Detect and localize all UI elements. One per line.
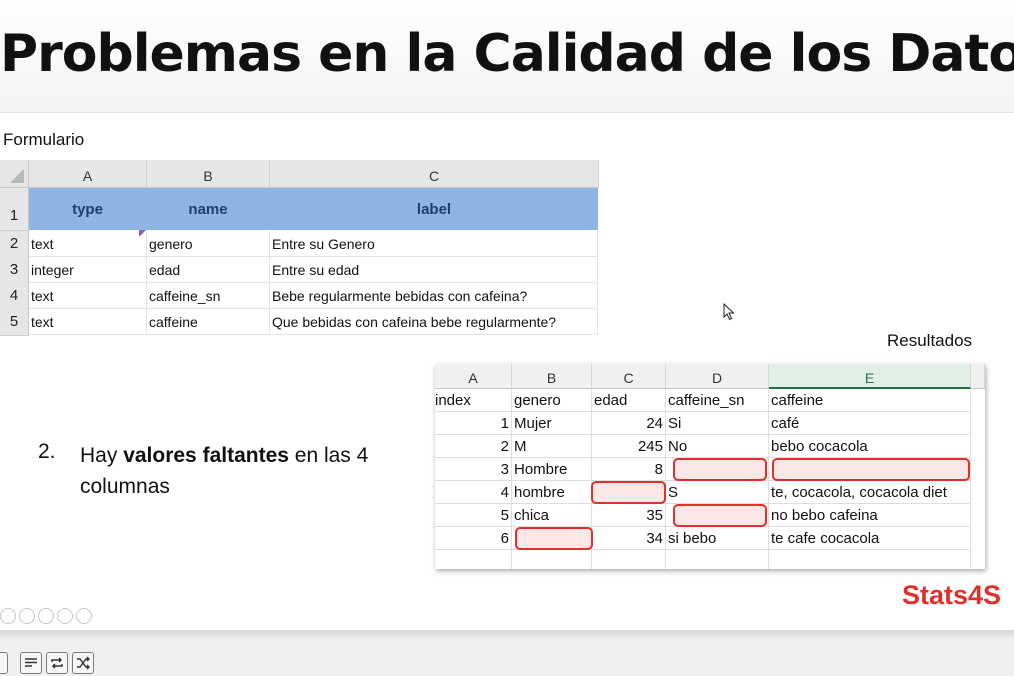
table-cell[interactable]: edad [592,389,666,412]
shuffle-icon[interactable] [72,652,94,674]
missing-value-highlight [772,458,970,481]
table-cell[interactable]: bebo cocacola [769,435,971,458]
results-spreadsheet: A B C D E index genero edad caffeine_sn … [435,364,985,569]
missing-value-highlight [591,481,666,504]
table-cell[interactable]: te, cocacola, cocacola diet [769,481,971,504]
table-cell[interactable] [592,550,666,569]
table-cell[interactable]: hombre [512,481,592,504]
results-label: Resultados [887,331,973,350]
table-cell[interactable]: 4 [435,481,512,504]
column-header-c[interactable]: C [270,160,599,188]
table-cell[interactable]: index [435,389,512,412]
table-cell[interactable]: Que bebidas con cafeina bebe regularment… [270,309,598,335]
table-cell[interactable]: genero [512,389,592,412]
row-header-5[interactable]: 5 [0,309,29,336]
slide-control-button[interactable] [38,608,54,624]
previous-icon[interactable] [0,652,8,674]
table-cell[interactable]: integer [29,257,147,283]
table-cell[interactable]: M [512,435,592,458]
column-header-b[interactable]: B [147,160,270,188]
player-toolbar [0,640,1014,676]
column-header-b[interactable]: B [512,364,592,389]
playlist-icon[interactable] [20,652,42,674]
table-cell[interactable]: Bebe regularmente bebidas con cafeina? [270,283,598,309]
table-cell[interactable]: 5 [435,504,512,527]
list-item-text: Hay valores faltantes en las 4 columnas [80,440,380,502]
table-cell[interactable]: 3 [435,458,512,481]
column-header-c[interactable]: C [592,364,666,389]
missing-value-highlight [673,458,767,481]
repeat-icon[interactable] [46,652,68,674]
list-text-prefix: Hay [80,444,124,467]
table-cell[interactable] [512,550,592,569]
header-cell-label[interactable]: label [270,188,598,230]
slide-title: Problemas en la Calidad de los Datos [0,24,1014,84]
column-header-a[interactable]: A [29,160,147,188]
row-header-4[interactable]: 4 [0,283,29,310]
table-cell[interactable]: S [666,481,769,504]
column-header-f[interactable] [971,364,985,389]
table-cell[interactable]: Hombre [512,458,592,481]
missing-value-highlight [673,504,767,527]
row-header-1[interactable]: 1 [0,188,29,231]
table-cell[interactable]: si bebo [666,527,769,550]
header-cell-name[interactable]: name [147,188,269,230]
column-header-d[interactable]: D [666,364,769,389]
table-cell[interactable]: 245 [592,435,666,458]
table-cell[interactable]: caffeine [769,389,971,412]
table-cell[interactable]: text [29,231,147,257]
table-cell[interactable]: 35 [592,504,666,527]
slide-control-button[interactable] [57,608,73,624]
table-cell[interactable] [435,550,512,569]
table-cell[interactable]: 2 [435,435,512,458]
table-cell[interactable]: caffeine_sn [147,283,270,309]
list-text-bold: valores faltantes [123,444,289,467]
table-cell[interactable]: 6 [435,527,512,550]
table-cell[interactable]: caffeine [147,309,270,335]
table-cell[interactable]: text [29,309,147,335]
select-all-corner[interactable] [0,160,29,188]
slide-control-button[interactable] [19,608,35,624]
table-cell[interactable]: no bebo cafeina [769,504,971,527]
table-cell[interactable]: Entre su Genero [270,231,598,257]
table-cell[interactable]: café [769,412,971,435]
table-cell[interactable]: Mujer [512,412,592,435]
table-cell[interactable]: No [666,435,769,458]
row-header-2[interactable]: 2 [0,231,29,258]
table-cell[interactable]: genero [147,231,270,257]
mouse-cursor-icon [723,303,735,321]
table-cell[interactable] [769,550,971,569]
table-cell[interactable]: 1 [435,412,512,435]
brand-logo-text: Stats4S [902,580,1002,610]
bottom-shade [0,630,1014,640]
table-cell[interactable]: te cafe cocacola [769,527,971,550]
form-label: Formulario [3,130,85,149]
table-cell[interactable]: chica [512,504,592,527]
slide-controls [0,608,95,628]
table-cell[interactable] [666,550,769,569]
row-header-3[interactable]: 3 [0,257,29,284]
slide-control-button[interactable] [0,608,16,624]
table-cell[interactable]: 24 [592,412,666,435]
slide-control-button[interactable] [76,608,92,624]
table-cell[interactable]: 8 [592,458,666,481]
table-cell[interactable]: Entre su edad [270,257,598,283]
missing-value-highlight [515,527,593,550]
table-cell[interactable]: edad [147,257,270,283]
form-spreadsheet: A B C 1 2 3 4 5 type name label text gen… [0,160,599,340]
list-number: 2. [38,440,56,463]
table-cell[interactable]: caffeine_sn [666,389,769,412]
column-header-a[interactable]: A [435,364,512,389]
table-cell[interactable]: Si [666,412,769,435]
column-header-e[interactable]: E [769,364,971,389]
header-cell-type[interactable]: type [29,188,146,230]
table-cell[interactable]: text [29,283,147,309]
table-cell[interactable]: 34 [592,527,666,550]
